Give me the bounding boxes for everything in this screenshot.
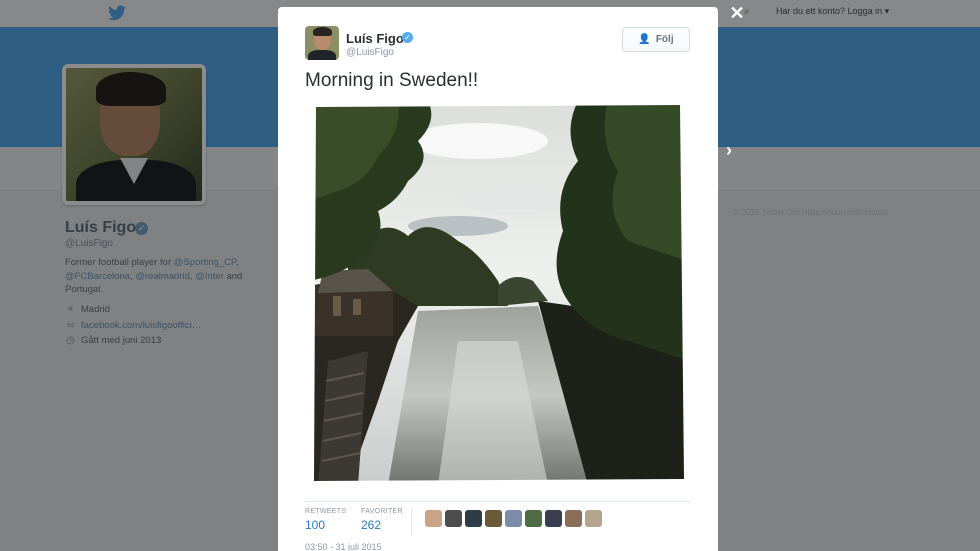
avatar[interactable] [545, 510, 562, 527]
favorites-label: FAVORITER [361, 508, 403, 515]
retweets-label: RETWEETS [305, 508, 347, 515]
favorites-count: 262 [361, 518, 382, 532]
close-icon[interactable]: ✕ [727, 3, 747, 23]
avatar[interactable] [585, 510, 602, 527]
avatar[interactable] [485, 510, 502, 527]
add-user-icon: 👤 [638, 34, 651, 45]
stats-divider [411, 508, 412, 536]
next-arrow-icon[interactable]: › [726, 140, 732, 161]
avatar[interactable] [525, 510, 542, 527]
follow-button-label: Följ [655, 34, 674, 45]
avatar[interactable] [565, 510, 582, 527]
follow-button[interactable]: 👤 Följ [622, 27, 690, 52]
tweet-text: Morning in Sweden!! [305, 70, 479, 91]
favorites-stat[interactable]: FAVORITER 262 [361, 508, 403, 532]
retweets-stat[interactable]: RETWEETS 100 [305, 508, 346, 532]
avatar[interactable] [505, 510, 522, 527]
avatar[interactable] [465, 510, 482, 527]
verified-badge-icon: ✓ [402, 32, 413, 43]
tweet-author-handle[interactable]: @LuisFigo [346, 47, 394, 58]
avatar[interactable] [445, 510, 462, 527]
retweets-count: 100 [305, 518, 326, 532]
tweet-timestamp[interactable]: 03:50 - 31 juli 2015 [305, 542, 382, 551]
favoriting-users [425, 510, 602, 527]
tweet-modal: Luís Figo ✓ @LuisFigo 👤 Följ Morning in … [278, 7, 718, 551]
tweet-author-name[interactable]: Luís Figo [346, 31, 404, 46]
avatar[interactable] [425, 510, 442, 527]
tweet-stats: RETWEETS 100 FAVORITER 262 [305, 501, 690, 536]
tweet-author-avatar[interactable] [305, 26, 339, 60]
tweet-photo[interactable] [308, 101, 688, 485]
